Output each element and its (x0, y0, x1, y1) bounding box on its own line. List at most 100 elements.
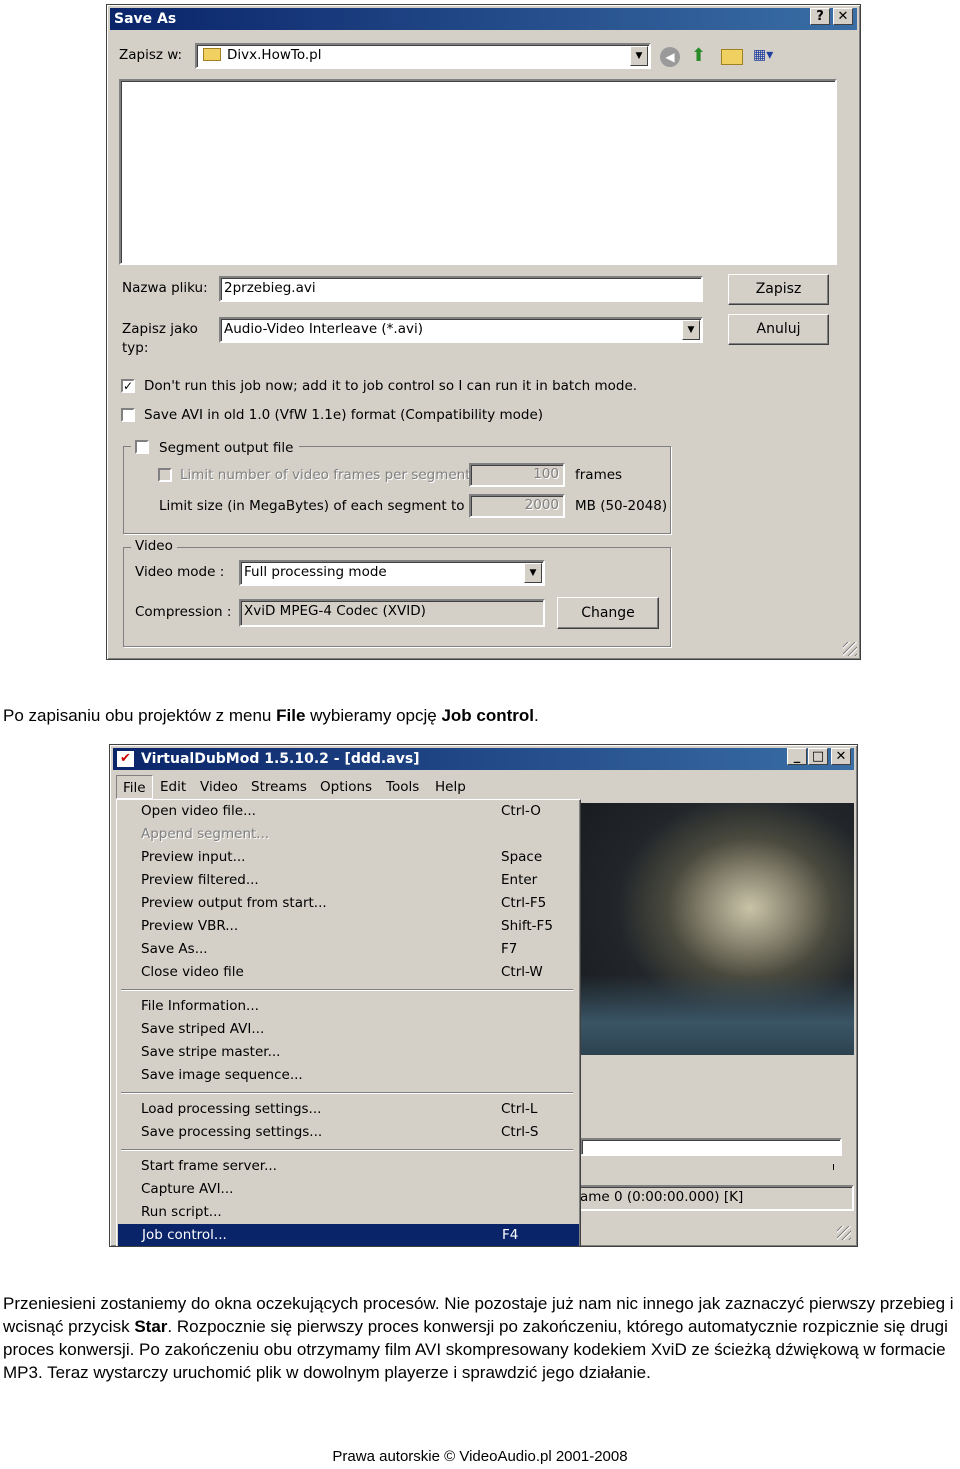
menu-item[interactable]: Capture AVI... (117, 1178, 577, 1200)
up-folder-icon[interactable]: ⬆ (691, 45, 711, 67)
folder-icon (203, 48, 221, 61)
menu-options[interactable]: Options (320, 775, 372, 799)
vdub-title: VirtualDubMod 1.5.10.2 - [ddd.avs] (141, 751, 420, 767)
video-mode-combo[interactable]: Full processing mode ▼ (239, 560, 545, 586)
slider-tick (833, 1164, 834, 1170)
limit-frames-input[interactable]: 100 (469, 463, 565, 487)
change-button[interactable]: Change (557, 597, 659, 629)
menu-item-shortcut: F7 (501, 941, 518, 957)
menu-item-label: Preview filtered... (141, 872, 259, 888)
menu-item[interactable]: Save As... F7 (117, 938, 577, 960)
filename-input[interactable]: 2przebieg.avi (219, 276, 703, 302)
paragraph-1: Po zapisaniu obu projektów z menu File w… (3, 704, 953, 727)
menubar: File Edit Video Streams Options Tools He… (114, 775, 853, 799)
menu-streams[interactable]: Streams (251, 775, 307, 799)
location-combo[interactable]: Divx.HowTo.pl ▼ (195, 43, 651, 69)
para1-text-3: . (534, 706, 539, 725)
menu-item[interactable]: Preview input... Space (117, 846, 577, 868)
old-avi-label: Save AVI in old 1.0 (VfW 1.1e) format (C… (144, 407, 544, 423)
cancel-button[interactable]: Anuluj (728, 314, 829, 345)
back-icon[interactable]: ◀ (660, 47, 680, 67)
menu-item[interactable]: Append segment... (117, 823, 577, 845)
menu-item-label: File Information... (141, 998, 259, 1014)
menu-item[interactable]: File Information... (117, 995, 577, 1017)
file-menu-dropdown: Open video file... Ctrl-O Append segment..… (116, 799, 581, 1246)
video-preview-lower (580, 975, 854, 1055)
location-label: Zapisz w: (119, 47, 183, 63)
segment-label: Segment output file (159, 440, 294, 456)
help-button[interactable]: ? (810, 8, 830, 25)
close-button[interactable]: ✕ (831, 748, 851, 765)
menu-item[interactable]: Save processing settings... Ctrl-S (117, 1121, 577, 1143)
para2-bold-star: Star (134, 1317, 168, 1336)
menu-item[interactable]: Start frame server... (117, 1155, 577, 1177)
maximize-button[interactable]: □ (808, 748, 828, 765)
menu-item[interactable]: Load processing settings... Ctrl-L (117, 1098, 577, 1120)
menu-item-label: Preview VBR... (141, 918, 239, 934)
menu-item[interactable]: Close video file Ctrl-W (117, 961, 577, 983)
new-folder-icon[interactable] (721, 49, 743, 65)
menu-item-shortcut: Ctrl-O (501, 803, 541, 819)
menu-item-label: Save image sequence... (141, 1067, 303, 1083)
menu-item[interactable]: Save image sequence... (117, 1064, 577, 1086)
menu-item-shortcut: Ctrl-S (501, 1124, 539, 1140)
dialog-title: Save As (114, 11, 177, 27)
old-avi-checkbox[interactable] (121, 408, 135, 422)
para1-text-1: Po zapisaniu obu projektów z menu (3, 706, 277, 725)
menu-item-label: Save stripe master... (141, 1044, 281, 1060)
menu-item[interactable]: Run script... (117, 1201, 577, 1223)
frames-unit-label: frames (575, 467, 623, 483)
menu-item-label: Save As... (141, 941, 208, 957)
position-slider-track[interactable] (580, 1138, 842, 1156)
menu-separator (121, 1149, 573, 1151)
filename-value: 2przebieg.avi (224, 280, 316, 296)
job-control-checkbox[interactable]: ✓ (121, 379, 135, 393)
menu-help[interactable]: Help (435, 775, 466, 799)
chevron-down-icon[interactable]: ▼ (682, 320, 700, 340)
menu-item-label: Preview input... (141, 849, 246, 865)
menu-item[interactable]: Save striped AVI... (117, 1018, 577, 1040)
limit-size-input[interactable]: 2000 (469, 494, 565, 518)
menu-item-shortcut: Ctrl-L (501, 1101, 538, 1117)
compression-field: XviD MPEG-4 Codec (XVID) (239, 599, 545, 627)
menu-item[interactable]: Open video file... Ctrl-O (117, 800, 577, 822)
frame-position-text: ame 0 (0:00:00.000) [K] (580, 1189, 744, 1205)
menu-tools[interactable]: Tools (386, 775, 419, 799)
menu-item[interactable]: Job control... F4 (118, 1224, 579, 1246)
location-value: Divx.HowTo.pl (227, 47, 322, 63)
vdub-app-icon: ✔ (117, 751, 134, 767)
close-button[interactable]: ✕ (833, 8, 853, 25)
limit-frames-checkbox[interactable] (158, 468, 172, 482)
view-menu-icon[interactable]: ▦▾ (753, 47, 783, 67)
menu-item-label: Preview output from start... (141, 895, 327, 911)
file-list-area[interactable] (119, 79, 837, 265)
save-button[interactable]: Zapisz (728, 274, 829, 305)
menu-edit[interactable]: Edit (160, 775, 186, 799)
para1-bold-file: File (276, 706, 306, 725)
vdub-titlebar[interactable]: ✔ VirtualDubMod 1.5.10.2 - [ddd.avs] (113, 748, 854, 770)
menu-item-shortcut: Ctrl-W (501, 964, 543, 980)
segment-checkbox[interactable] (135, 440, 149, 454)
para1-bold-job-control: Job control (441, 706, 535, 725)
menu-item[interactable]: Preview output from start... Ctrl-F5 (117, 892, 577, 914)
menu-separator (121, 989, 573, 991)
segment-group (123, 446, 671, 534)
minimize-button[interactable]: _ (787, 748, 807, 765)
resize-grip-icon[interactable] (843, 642, 857, 656)
chevron-down-icon[interactable]: ▼ (630, 46, 648, 66)
size-unit-label: MB (50-2048) (575, 498, 668, 514)
job-control-label: Don't run this job now; add it to job co… (144, 378, 638, 394)
menu-item-shortcut: Ctrl-F5 (501, 895, 547, 911)
video-mode-label: Video mode : (135, 564, 225, 580)
menu-item[interactable]: Save stripe master... (117, 1041, 577, 1063)
chevron-down-icon[interactable]: ▼ (524, 563, 542, 583)
menu-item-shortcut: F4 (502, 1227, 519, 1243)
dialog-titlebar[interactable]: Save As (110, 8, 857, 30)
menu-video[interactable]: Video (200, 775, 238, 799)
menu-item-shortcut: Shift-F5 (501, 918, 553, 934)
menu-item[interactable]: Preview filtered... Enter (117, 869, 577, 891)
resize-grip-icon[interactable] (837, 1226, 851, 1240)
menu-item[interactable]: Preview VBR... Shift-F5 (117, 915, 577, 937)
menu-file[interactable]: File (116, 775, 153, 799)
filetype-combo[interactable]: Audio-Video Interleave (*.avi) ▼ (219, 317, 703, 343)
